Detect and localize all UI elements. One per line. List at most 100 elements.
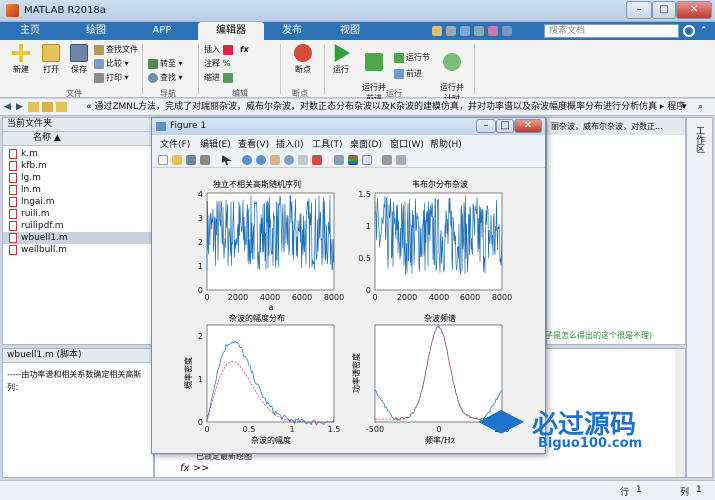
plot1-ytick: 2 xyxy=(198,238,203,247)
print-icon[interactable] xyxy=(200,155,210,165)
link-icon[interactable] xyxy=(334,155,344,165)
open-icon[interactable] xyxy=(172,155,182,165)
watermark-site: Biguo100.com xyxy=(538,436,643,451)
comment-button[interactable]: 注释 % xyxy=(204,58,231,70)
minimize-button[interactable]: – xyxy=(626,1,652,19)
list-item[interactable]: lg.m xyxy=(3,172,153,184)
figure-title-bar: Figure 1 – □ ✕ xyxy=(152,118,545,135)
address-dropdown-icon[interactable]: ▾ xyxy=(682,99,687,115)
plot1-ytick: 4 xyxy=(198,190,203,199)
figure-close-button[interactable]: ✕ xyxy=(514,119,542,133)
find-button[interactable]: 查找 ▾ xyxy=(148,72,183,84)
zoom-in-icon[interactable] xyxy=(242,155,252,165)
command-prompt[interactable]: fx >> xyxy=(180,463,209,474)
maximize-button[interactable]: □ xyxy=(652,1,676,19)
new-figure-icon[interactable] xyxy=(158,155,168,165)
insert-button[interactable]: 插入 xyxy=(204,44,235,56)
list-item[interactable]: kfb.m xyxy=(3,160,153,172)
close-button[interactable]: ✕ xyxy=(676,1,712,19)
menu-window[interactable]: 窗口(W) xyxy=(390,137,424,150)
new-button[interactable]: 新建 xyxy=(8,44,34,75)
separator xyxy=(142,44,143,94)
compare-button[interactable]: 比较 ▾ xyxy=(94,58,129,70)
search-icon[interactable] xyxy=(683,25,695,37)
pointer-icon[interactable] xyxy=(222,155,232,165)
run-button[interactable]: 运行 xyxy=(328,44,354,75)
file-list: k.m kfb.m lg.m ln.m lngai.m ruili.m ruil… xyxy=(3,148,153,256)
run-section-button[interactable]: 运行节 xyxy=(394,52,430,64)
colorbar-icon[interactable] xyxy=(348,155,358,165)
tab-apps[interactable]: APP xyxy=(142,22,182,40)
m-file-icon xyxy=(9,161,17,171)
plot1-xtick: 6000 xyxy=(292,293,312,302)
list-item[interactable]: k.m xyxy=(3,148,153,160)
goto-button[interactable]: 转至 ▾ xyxy=(148,58,183,70)
find-icon xyxy=(148,72,158,83)
plot1-ytick: 3 xyxy=(198,214,203,223)
advance-button[interactable]: 前进 xyxy=(394,68,422,80)
data-cursor-icon[interactable] xyxy=(298,155,308,165)
figure-minimize-button[interactable]: – xyxy=(476,119,496,133)
save-button[interactable]: 保存 xyxy=(66,44,92,75)
separator xyxy=(324,44,325,94)
tab-editor[interactable]: 编辑器 xyxy=(198,22,264,40)
menu-file[interactable]: 文件(F) xyxy=(160,137,190,150)
pan-icon[interactable] xyxy=(270,155,280,165)
group-breakpoints-label: 断点 xyxy=(292,89,308,98)
m-file-icon xyxy=(9,173,17,183)
menu-tools[interactable]: 工具(T) xyxy=(312,137,343,150)
folder-icon xyxy=(56,102,67,112)
name-column-header[interactable]: 名称 ▲ xyxy=(3,132,153,146)
zoom-out-icon[interactable] xyxy=(256,155,266,165)
address-search-icon[interactable]: ⌕ xyxy=(698,99,703,115)
plot1-title: 独立不相关高斯随机序列 xyxy=(213,179,301,189)
save-icon[interactable] xyxy=(186,155,196,165)
browse-folder-icon[interactable] xyxy=(42,102,53,112)
folder-up-icon[interactable] xyxy=(28,102,39,112)
list-item[interactable]: lngai.m xyxy=(3,196,153,208)
rotate-icon[interactable] xyxy=(284,155,294,165)
fx-button[interactable]: fx xyxy=(240,44,249,56)
find-files-button[interactable]: 查找文件 xyxy=(94,44,138,56)
editor-tab-snippet: 丽杂波，威布尔杂波，对数正... xyxy=(547,118,685,135)
breakpoints-button[interactable]: 断点 xyxy=(290,44,316,75)
forward-icon[interactable]: ▶ xyxy=(16,99,23,115)
menu-desktop[interactable]: 桌面(D) xyxy=(350,137,382,150)
address-path[interactable]: « 通过ZMNL方法，完成了对瑞丽杂波，威布尔杂波，对数正态分布杂波以及K杂波的… xyxy=(86,99,685,115)
indent-icon xyxy=(222,72,233,83)
show-tools-icon[interactable] xyxy=(396,155,406,165)
address-bar[interactable]: ◀ ▶ « 通过ZMNL方法，完成了对瑞丽杂波，威布尔杂波，对数正态分布杂波以及… xyxy=(0,99,715,116)
m-file-icon xyxy=(9,149,17,159)
menu-help[interactable]: 帮助(H) xyxy=(430,137,462,150)
list-item-selected[interactable]: wbuell1.m xyxy=(3,232,153,244)
open-button[interactable]: 打开 xyxy=(38,44,64,75)
menu-view[interactable]: 查看(V) xyxy=(238,137,269,150)
collapse-ribbon-icon[interactable]: ⌃ xyxy=(700,26,708,36)
figure-title: Figure 1 xyxy=(170,121,207,131)
menu-insert[interactable]: 插入(I) xyxy=(276,137,304,150)
quick-access-toolbar[interactable] xyxy=(430,25,530,37)
tab-view[interactable]: 视图 xyxy=(330,22,370,40)
back-icon[interactable]: ◀ xyxy=(4,99,11,115)
search-input[interactable]: 搜索文档 xyxy=(544,24,679,38)
status-col-label: 列 xyxy=(680,488,690,498)
hide-tools-icon[interactable] xyxy=(382,155,392,165)
print-button[interactable]: 打印 ▾ xyxy=(94,72,129,84)
list-item[interactable]: ruilipdf.m xyxy=(3,220,153,232)
plot3-xtick: 0 xyxy=(204,425,209,434)
status-bar: 行 1 列 1 xyxy=(0,480,715,500)
legend-icon[interactable] xyxy=(362,155,372,165)
list-item[interactable]: ln.m xyxy=(3,184,153,196)
brush-icon[interactable] xyxy=(312,155,322,165)
indent-button[interactable]: 缩进 xyxy=(204,72,235,84)
list-item[interactable]: ruili.m xyxy=(3,208,153,220)
tab-plots[interactable]: 绘图 xyxy=(76,22,116,40)
list-item[interactable]: weilbull.m xyxy=(3,244,153,256)
plot4-title: 杂波频谱 xyxy=(424,313,456,323)
group-file-label: 文件 xyxy=(66,89,82,98)
menu-edit[interactable]: 编辑(E) xyxy=(200,137,231,150)
tab-home[interactable]: 主页 xyxy=(10,22,50,40)
tab-publish[interactable]: 发布 xyxy=(272,22,312,40)
status-row: 1 xyxy=(636,485,642,495)
figure-maximize-button[interactable]: □ xyxy=(496,119,514,133)
